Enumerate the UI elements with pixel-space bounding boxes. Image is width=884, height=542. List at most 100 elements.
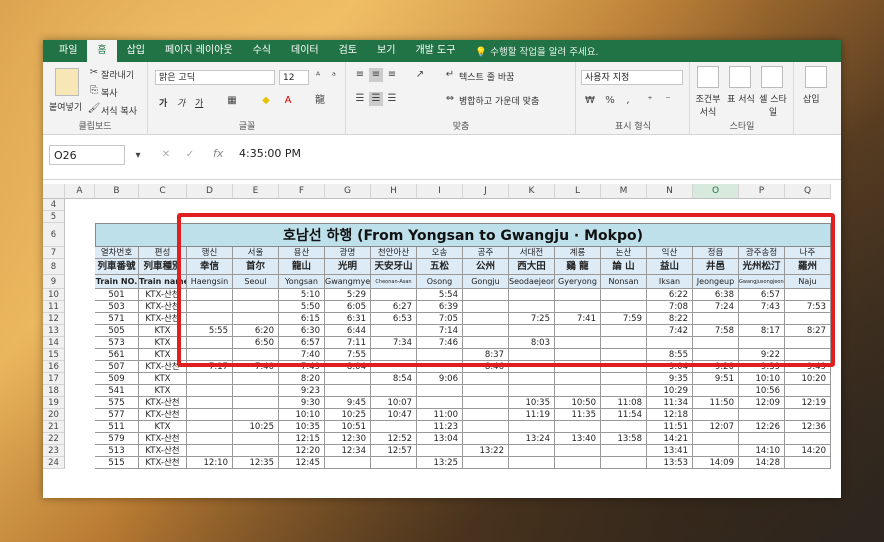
table-cell-r17-c15[interactable]: 10:20 — [785, 373, 831, 385]
row-header-17[interactable]: 17 — [43, 373, 65, 385]
row-header-6[interactable]: 6 — [43, 223, 65, 247]
table-cell-r22-c4[interactable]: 12:15 — [279, 433, 325, 445]
table-cell-r24-c0[interactable]: 515 — [95, 457, 139, 469]
row-header-21[interactable]: 21 — [43, 421, 65, 433]
table-cell-r22-c11[interactable]: 13:58 — [601, 433, 647, 445]
table-cell-r19-c3[interactable] — [233, 397, 279, 409]
table-cell-r24-c4[interactable]: 12:45 — [279, 457, 325, 469]
table-cell-r24-c5[interactable] — [325, 457, 371, 469]
table-cell-r17-c1[interactable]: KTX — [139, 373, 187, 385]
tab-7[interactable]: 보기 — [367, 40, 405, 62]
table-cell-r19-c1[interactable]: KTX-산천 — [139, 397, 187, 409]
row-header-19[interactable]: 19 — [43, 397, 65, 409]
table-cell-r24-c7[interactable]: 13:25 — [417, 457, 463, 469]
table-cell-r21-c11[interactable] — [601, 421, 647, 433]
table-cell-r23-c5[interactable]: 12:34 — [325, 445, 371, 457]
comma-icon[interactable]: , — [621, 94, 635, 108]
name-box[interactable]: O26 — [49, 145, 125, 165]
column-header-H[interactable]: H — [371, 184, 417, 199]
table-cell-r21-c9[interactable] — [509, 421, 555, 433]
row-header-16[interactable]: 16 — [43, 361, 65, 373]
table-cell-r18-c11[interactable] — [601, 385, 647, 397]
tab-5[interactable]: 데이터 — [281, 40, 329, 62]
table-cell-r20-c12[interactable]: 12:18 — [647, 409, 693, 421]
table-cell-r19-c14[interactable]: 12:09 — [739, 397, 785, 409]
tab-4[interactable]: 수식 — [243, 40, 281, 62]
table-cell-r18-c2[interactable] — [187, 385, 233, 397]
table-cell-r24-c6[interactable] — [371, 457, 417, 469]
font-grow-icon[interactable]: ᴬ — [311, 70, 325, 84]
percent-icon[interactable]: % — [603, 94, 617, 108]
table-cell-r21-c1[interactable]: KTX — [139, 421, 187, 433]
column-header-F[interactable]: F — [279, 184, 325, 199]
italic-button[interactable]: 가 — [177, 96, 185, 109]
table-cell-r19-c9[interactable]: 10:35 — [509, 397, 555, 409]
align-center-icon[interactable]: ☰ — [369, 92, 383, 106]
table-cell-r21-c14[interactable]: 12:26 — [739, 421, 785, 433]
table-cell-r20-c6[interactable]: 10:47 — [371, 409, 417, 421]
table-cell-r24-c10[interactable] — [555, 457, 601, 469]
table-cell-r19-c11[interactable]: 11:08 — [601, 397, 647, 409]
border-icon[interactable]: ▦ — [225, 94, 239, 108]
table-cell-r20-c11[interactable]: 11:54 — [601, 409, 647, 421]
insert-cells-button[interactable]: 삽입 — [803, 92, 820, 105]
row-header-15[interactable]: 15 — [43, 349, 65, 361]
table-cell-r22-c5[interactable]: 12:30 — [325, 433, 371, 445]
table-cell-r17-c13[interactable]: 9:51 — [693, 373, 739, 385]
table-cell-r17-c14[interactable]: 10:10 — [739, 373, 785, 385]
table-cell-r20-c15[interactable] — [785, 409, 831, 421]
table-cell-r23-c11[interactable] — [601, 445, 647, 457]
table-cell-r18-c7[interactable] — [417, 385, 463, 397]
bold-button[interactable]: 가 — [159, 96, 167, 109]
table-cell-r22-c8[interactable] — [463, 433, 509, 445]
table-cell-r17-c8[interactable] — [463, 373, 509, 385]
row-header-20[interactable]: 20 — [43, 409, 65, 421]
table-cell-r24-c13[interactable]: 14:09 — [693, 457, 739, 469]
row-header-9[interactable]: 9 — [43, 275, 65, 289]
table-cell-r22-c12[interactable]: 14:21 — [647, 433, 693, 445]
table-cell-r20-c10[interactable]: 11:35 — [555, 409, 601, 421]
tab-3[interactable]: 페이지 레이아웃 — [155, 40, 243, 62]
orientation-icon[interactable]: ↗ — [413, 68, 427, 82]
table-cell-r23-c3[interactable] — [233, 445, 279, 457]
table-cell-r17-c5[interactable] — [325, 373, 371, 385]
table-cell-r18-c8[interactable] — [463, 385, 509, 397]
row-header-18[interactable]: 18 — [43, 385, 65, 397]
table-cell-r20-c8[interactable] — [463, 409, 509, 421]
table-cell-r12-c0[interactable]: 571 — [95, 313, 139, 325]
table-cell-r23-c9[interactable] — [509, 445, 555, 457]
table-cell-r23-c0[interactable]: 513 — [95, 445, 139, 457]
table-cell-r17-c4[interactable]: 8:20 — [279, 373, 325, 385]
table-cell-r18-c12[interactable]: 10:29 — [647, 385, 693, 397]
table-cell-r19-c10[interactable]: 10:50 — [555, 397, 601, 409]
table-cell-r22-c15[interactable] — [785, 433, 831, 445]
table-cell-r18-c4[interactable]: 9:23 — [279, 385, 325, 397]
align-top-icon[interactable]: ≡ — [353, 68, 367, 82]
row-header-13[interactable]: 13 — [43, 325, 65, 337]
conditional-format-button[interactable]: 조건부 서식 — [693, 92, 723, 118]
insert-function-icon[interactable]: fx — [213, 147, 223, 160]
align-bottom-icon[interactable]: ≡ — [385, 68, 399, 82]
table-cell-r18-c9[interactable] — [509, 385, 555, 397]
column-header-B[interactable]: B — [95, 184, 139, 199]
table-cell-r17-c0[interactable]: 509 — [95, 373, 139, 385]
table-cell-r24-c15[interactable] — [785, 457, 831, 469]
row-header-14[interactable]: 14 — [43, 337, 65, 349]
table-cell-r22-c7[interactable]: 13:04 — [417, 433, 463, 445]
table-cell-r22-c3[interactable] — [233, 433, 279, 445]
font-name-select[interactable]: 맑은 고딕 — [155, 70, 275, 85]
row-header-22[interactable]: 22 — [43, 433, 65, 445]
table-cell-r11-c0[interactable]: 503 — [95, 301, 139, 313]
align-middle-icon[interactable]: ≡ — [369, 68, 383, 82]
row-header-5[interactable]: 5 — [43, 211, 65, 223]
column-header-A[interactable]: A — [65, 184, 95, 199]
table-cell-r14-c0[interactable]: 573 — [95, 337, 139, 349]
align-right-icon[interactable]: ☰ — [385, 92, 399, 106]
table-cell-r21-c8[interactable] — [463, 421, 509, 433]
column-header-M[interactable]: M — [601, 184, 647, 199]
enter-icon[interactable]: ✓ — [183, 148, 197, 162]
table-cell-r23-c10[interactable] — [555, 445, 601, 457]
table-cell-r24-c8[interactable] — [463, 457, 509, 469]
row-header-7[interactable]: 7 — [43, 247, 65, 259]
table-cell-r23-c8[interactable]: 13:22 — [463, 445, 509, 457]
